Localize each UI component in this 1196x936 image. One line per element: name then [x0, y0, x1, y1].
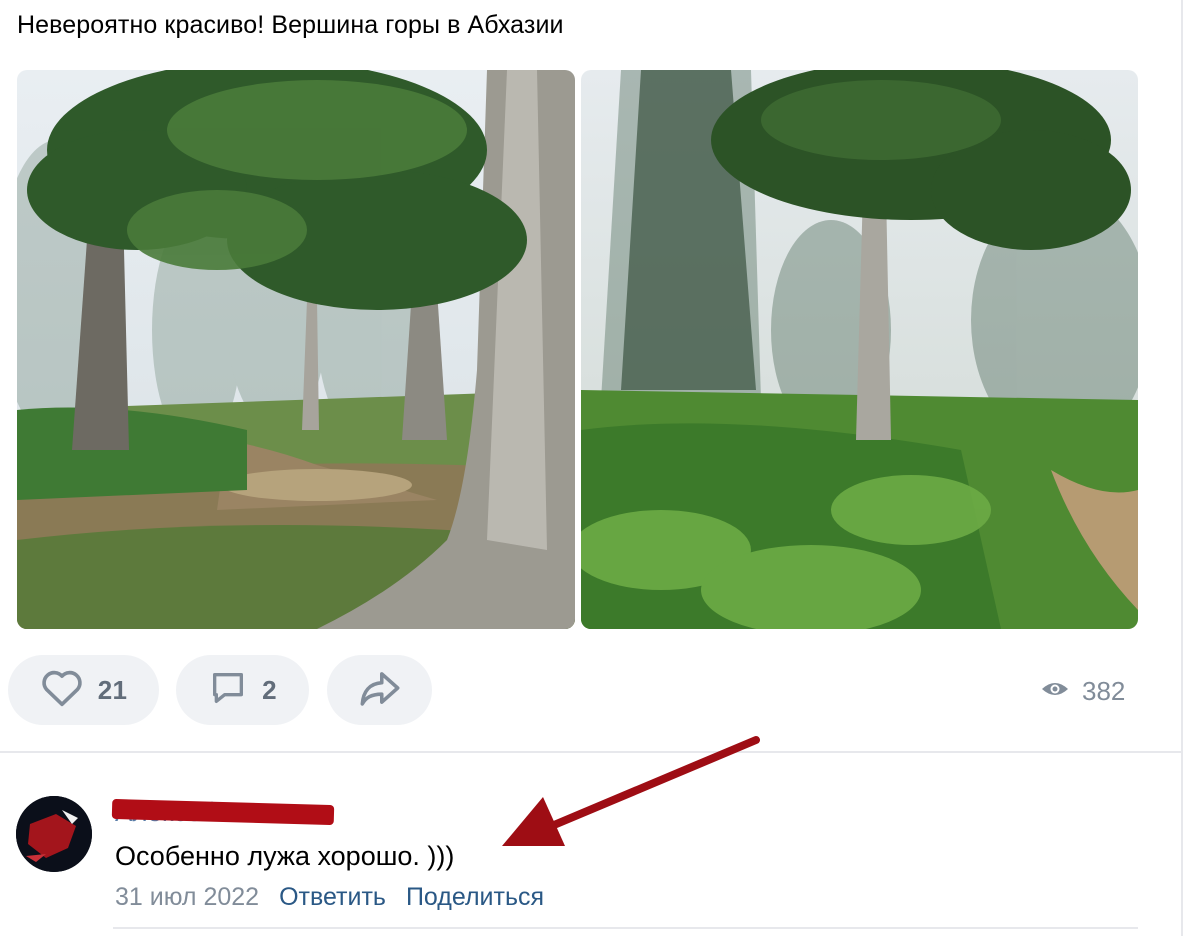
comment-divider [113, 927, 1138, 929]
heart-icon [40, 668, 84, 713]
comment-text: Особенно лужа хорошо. ))) [115, 841, 455, 871]
comment-icon [208, 668, 248, 713]
comment-count: 2 [262, 674, 277, 705]
share-arrow-icon [357, 668, 403, 713]
comment-button[interactable]: 2 [176, 655, 309, 725]
views-count: 382 [1082, 675, 1126, 706]
comment-meta: 31 июл 2022 Ответить Поделиться [115, 880, 544, 914]
like-button[interactable]: 21 [8, 655, 159, 725]
views-counter: 382 [1040, 674, 1125, 708]
eye-icon [1040, 679, 1070, 704]
feed-right-border [1181, 0, 1183, 936]
share-button[interactable] [327, 655, 432, 725]
comment-date[interactable]: 31 июл 2022 [115, 880, 259, 914]
post-text: Невероятно красиво! Вершина горы в Абхаз… [17, 11, 564, 39]
post-divider [0, 751, 1181, 753]
like-count: 21 [97, 674, 128, 705]
post-photo-1[interactable] [17, 70, 575, 629]
post-photo-2[interactable] [581, 70, 1138, 629]
share-comment-link[interactable]: Поделиться [406, 880, 544, 914]
avatar[interactable] [16, 796, 92, 872]
reply-link[interactable]: Ответить [279, 880, 386, 914]
